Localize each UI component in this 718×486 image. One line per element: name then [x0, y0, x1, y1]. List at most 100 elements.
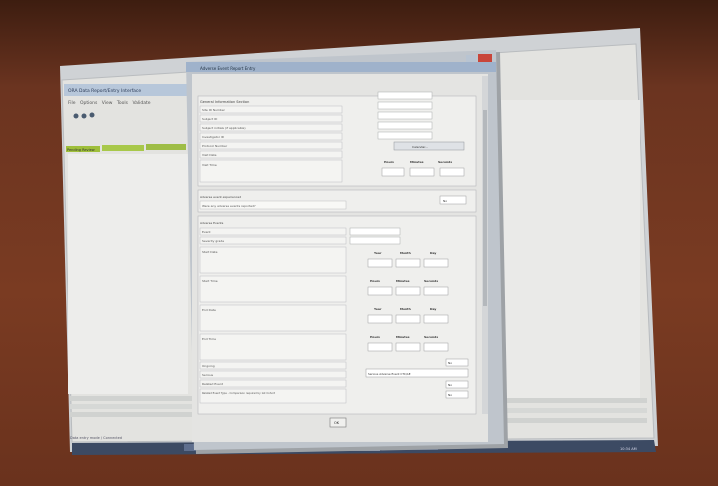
time-header: Minutes [396, 335, 410, 339]
bottom-bar [502, 408, 647, 413]
text-input[interactable] [377, 91, 433, 100]
bottom-bar [70, 396, 196, 401]
time-header: Minutes [410, 160, 424, 164]
status-bar-text: Data entry mode / Connected [70, 436, 122, 440]
minutes-spinner[interactable] [409, 167, 435, 177]
tab-archive[interactable] [146, 144, 186, 150]
taskbar-clock: 10:34 AM [620, 447, 637, 451]
event-input[interactable] [349, 236, 401, 245]
scrollbar-thumb[interactable] [483, 110, 487, 306]
bottom-bar [502, 398, 647, 403]
hours-spinner[interactable] [381, 167, 405, 177]
main-window-menu[interactable]: File Options View Tools Validate [68, 100, 151, 106]
hours-spinner[interactable] [367, 286, 393, 296]
close-icon[interactable] [478, 54, 492, 62]
field-label: Event [202, 230, 211, 234]
date-header: Month [400, 307, 411, 311]
seconds-spinner[interactable] [423, 342, 449, 352]
toolbar-icon[interactable] [89, 112, 95, 118]
bottom-bar [70, 412, 196, 417]
question-section-header: Adverse event experienced [200, 195, 241, 199]
seconds-spinner[interactable] [423, 286, 449, 296]
calendar-button[interactable] [393, 141, 465, 151]
date-header: Year [373, 307, 382, 311]
year-spinner[interactable] [367, 314, 393, 324]
field-row [199, 361, 347, 370]
field-row [199, 304, 347, 332]
date-header: Year [373, 251, 382, 255]
field-row [199, 246, 347, 274]
ongoing-select-value: No [448, 361, 452, 365]
day-spinner[interactable] [423, 258, 449, 268]
events-section-header: Adverse Events [200, 221, 224, 225]
dialog-title: Adverse Event Report Entry [200, 66, 256, 71]
field-label: End Time [202, 337, 216, 341]
field-label: Start Date [202, 250, 218, 254]
time-header: Seconds [438, 160, 452, 164]
field-label: Protocol Number [202, 144, 228, 148]
month-spinner[interactable] [395, 258, 421, 268]
text-input[interactable] [377, 121, 433, 130]
section-header: General Information Section [200, 100, 249, 104]
related-type-select-value: No [448, 393, 452, 397]
left-pane [68, 154, 188, 394]
dialog: Adverse Event Report Entry General Infor… [186, 50, 508, 454]
field-row [199, 114, 343, 123]
field-label: Related Event [202, 382, 224, 386]
tab-submitted[interactable] [102, 145, 144, 151]
time-header: Hours [384, 160, 394, 164]
field-row [199, 333, 347, 361]
bottom-bar [70, 404, 196, 409]
bottom-bar [502, 418, 647, 423]
month-spinner[interactable] [395, 314, 421, 324]
field-row [199, 227, 347, 236]
time-header: Seconds [424, 335, 438, 339]
day-spinner[interactable] [423, 314, 449, 324]
serious-select-value: Serious Adverse Event CTC/AE [368, 372, 411, 376]
date-header: Day [430, 307, 436, 311]
field-label: Visit Date [202, 153, 217, 157]
minutes-spinner[interactable] [395, 286, 421, 296]
ok-button-label: OK [334, 421, 340, 425]
field-row [199, 370, 347, 379]
date-header: Day [430, 251, 436, 255]
seconds-spinner[interactable] [439, 167, 465, 177]
minutes-spinner[interactable] [395, 342, 421, 352]
question-select-value: No [443, 199, 447, 203]
toolbar-icon[interactable] [81, 113, 87, 119]
related-select-value: No [448, 383, 452, 387]
calendar-button-label: Calendar... [412, 145, 428, 149]
field-label: Visit Time [202, 163, 217, 167]
field-label: Start Time [202, 279, 218, 283]
field-label: Subject initials (if applicable) [202, 126, 246, 130]
field-label: Serious [202, 373, 214, 377]
right-pane [500, 100, 640, 400]
time-header: Seconds [424, 279, 438, 283]
main-window-title: ORA Data Report/Entry Interface [68, 88, 141, 94]
field-label: Related Event Type - Comparison required… [202, 391, 275, 395]
field-label: Investigator ID [202, 135, 225, 139]
time-header: Hours [370, 335, 380, 339]
text-input[interactable] [377, 131, 433, 140]
question-text: Were any adverse events reported? [202, 204, 256, 208]
text-input[interactable] [377, 111, 433, 120]
field-label: Subject ID [202, 117, 218, 121]
tab-label: Pending Review [67, 148, 95, 152]
field-label: Severity grade [202, 239, 224, 243]
hours-spinner[interactable] [367, 342, 393, 352]
maximize-icon[interactable] [466, 55, 476, 62]
field-label: End Date [202, 308, 216, 312]
date-header: Month [400, 251, 411, 255]
event-input[interactable] [349, 227, 401, 236]
time-header: Hours [370, 279, 380, 283]
field-row [199, 159, 343, 183]
year-spinner[interactable] [367, 258, 393, 268]
text-input[interactable] [377, 101, 433, 110]
field-label: Site ID Number [202, 108, 226, 112]
projected-screen: ORA Data Report/Entry Interface File Opt… [60, 28, 658, 455]
field-row [199, 150, 343, 159]
field-row [199, 275, 347, 303]
field-label: Ongoing [202, 364, 215, 368]
time-header: Minutes [396, 279, 410, 283]
toolbar-icon[interactable] [73, 113, 79, 119]
